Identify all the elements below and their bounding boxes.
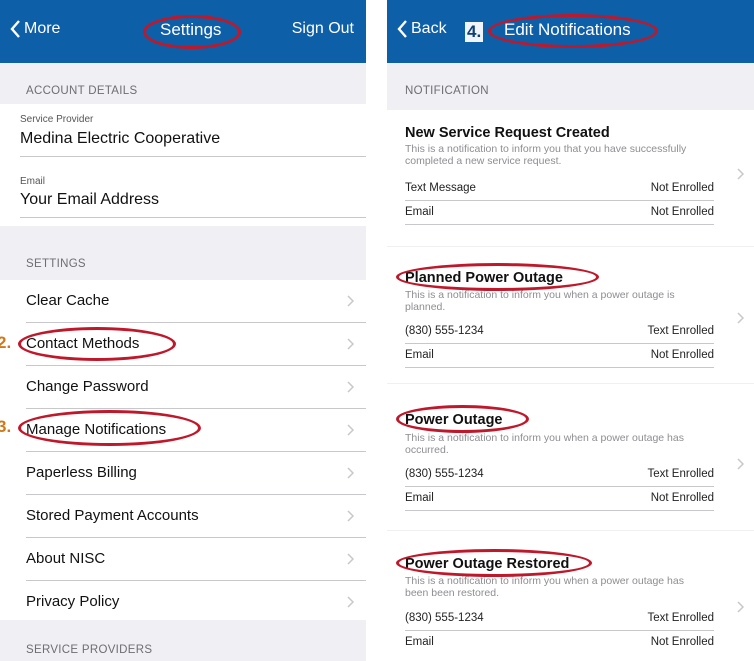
enrollment-status: Not Enrolled: [650, 636, 714, 648]
menu-item-manage-notifications[interactable]: Manage Notifications: [0, 409, 366, 451]
menu-item-paperless-billing[interactable]: Paperless Billing: [0, 452, 366, 494]
menu-item-label: Contact Methods: [26, 335, 140, 352]
card-title: New Service Request Created: [405, 125, 610, 141]
settings-header: SETTINGS: [26, 258, 86, 270]
enrollment-status: Not Enrolled: [650, 182, 714, 194]
menu-item-label: Manage Notifications: [26, 421, 167, 438]
enrollment-status: Not Enrolled: [650, 349, 714, 361]
account-details-group: Service Provider Medina Electric Coopera…: [0, 104, 366, 226]
enrollment-status: Text Enrolled: [647, 325, 714, 337]
menu-item-clear-cache[interactable]: Clear Cache: [0, 280, 366, 322]
page-title: Edit Notifications: [504, 20, 631, 39]
menu-item-privacy-policy[interactable]: Privacy Policy: [0, 581, 366, 623]
chevron-right-icon: [347, 424, 354, 436]
chevron-left-icon: [10, 20, 20, 38]
sub-row: Text Message Not Enrolled: [405, 177, 714, 200]
menu-item-label: Privacy Policy: [26, 593, 120, 610]
page-title: Settings: [160, 20, 222, 39]
service-provider-label: Service Provider: [20, 114, 94, 125]
sub-row: Email Not Enrolled: [405, 344, 714, 367]
card-description: This is a notification to inform you whe…: [405, 289, 675, 313]
card-title: Power Outage Restored: [405, 556, 570, 572]
more-back-label: More: [24, 20, 61, 37]
chevron-right-icon: [737, 601, 744, 613]
back-button[interactable]: Back: [397, 20, 447, 38]
sub-row: Email Not Enrolled: [405, 631, 714, 654]
chevron-right-icon: [347, 553, 354, 565]
menu-item-label: Change Password: [26, 378, 149, 395]
menu-item-label: Clear Cache: [26, 292, 110, 309]
card-description: This is a notification to inform you whe…: [405, 575, 684, 599]
chevron-right-icon: [347, 510, 354, 522]
contact-label: (830) 555-1234: [405, 612, 484, 624]
settings-nav-bar: More Settings Sign Out: [0, 0, 366, 63]
chevron-right-icon: [347, 338, 354, 350]
chevron-right-icon: [737, 312, 744, 324]
settings-screen: More Settings Sign Out ACCOUNT DETAILS S…: [0, 0, 366, 661]
menu-item-label: About NISC: [26, 550, 106, 567]
sub-row: Email Not Enrolled: [405, 201, 714, 224]
chevron-right-icon: [347, 596, 354, 608]
sub-row: (830) 555-1234 Text Enrolled: [405, 607, 714, 630]
card-description: This is a notification to inform you tha…: [405, 143, 687, 167]
back-label: Back: [411, 20, 447, 37]
enrollment-status: Text Enrolled: [647, 612, 714, 624]
menu-item-stored-payment-accounts[interactable]: Stored Payment Accounts: [0, 495, 366, 537]
contact-label: (830) 555-1234: [405, 325, 484, 337]
email-field[interactable]: Your Email Address: [20, 191, 159, 209]
contact-label: Email: [405, 636, 434, 648]
contact-label: Email: [405, 349, 434, 361]
service-providers-header: SERVICE PROVIDERS: [26, 644, 153, 656]
more-back-button[interactable]: More: [10, 20, 60, 38]
card-description: This is a notification to inform you whe…: [405, 432, 684, 456]
menu-item-label: Stored Payment Accounts: [26, 507, 199, 524]
service-provider-value[interactable]: Medina Electric Cooperative: [20, 130, 220, 148]
sub-row: (830) 555-1234 Text Enrolled: [405, 463, 714, 486]
contact-label: Email: [405, 492, 434, 504]
chevron-right-icon: [347, 467, 354, 479]
chevron-left-icon: [397, 20, 407, 38]
menu-item-contact-methods[interactable]: Contact Methods: [0, 323, 366, 365]
chevron-right-icon: [737, 168, 744, 180]
step-2-label: 2.: [0, 333, 12, 352]
notification-card-new-service-request[interactable]: New Service Request Created This is a no…: [387, 110, 754, 246]
sub-row: Email Not Enrolled: [405, 487, 714, 510]
step-4-label: 4.: [465, 22, 484, 42]
sub-row: (830) 555-1234 Text Enrolled: [405, 320, 714, 343]
notification-card-power-outage[interactable]: Power Outage This is a notification to i…: [387, 384, 754, 530]
enrollment-status: Not Enrolled: [650, 206, 714, 218]
sign-out-button[interactable]: Sign Out: [292, 20, 354, 38]
enrollment-status: Text Enrolled: [647, 468, 714, 480]
edit-notifications-screen: Back Edit Notifications NOTIFICATION New…: [387, 0, 754, 661]
email-label: Email: [20, 176, 46, 187]
notifications-nav-bar: Back Edit Notifications: [387, 0, 754, 63]
chevron-right-icon: [737, 458, 744, 470]
contact-label: Email: [405, 206, 434, 218]
menu-item-about-nisc[interactable]: About NISC: [0, 538, 366, 580]
step-3-label: 3.: [0, 417, 12, 436]
chevron-right-icon: [347, 295, 354, 307]
contact-label: (830) 555-1234: [405, 468, 484, 480]
enrollment-status: Not Enrolled: [650, 492, 714, 504]
menu-item-label: Paperless Billing: [26, 464, 137, 481]
card-title: Planned Power Outage: [405, 270, 563, 286]
card-title: Power Outage: [405, 412, 503, 428]
settings-menu: Clear Cache Contact Methods Change Passw…: [0, 280, 366, 620]
menu-item-change-password[interactable]: Change Password: [0, 366, 366, 408]
notification-header: NOTIFICATION: [405, 85, 489, 97]
contact-label: Text Message: [405, 182, 476, 194]
account-details-header: ACCOUNT DETAILS: [26, 85, 138, 97]
notification-card-planned-power-outage[interactable]: Planned Power Outage This is a notificat…: [387, 247, 754, 383]
notification-card-power-outage-restored[interactable]: Power Outage Restored This is a notifica…: [387, 531, 754, 661]
chevron-right-icon: [347, 381, 354, 393]
